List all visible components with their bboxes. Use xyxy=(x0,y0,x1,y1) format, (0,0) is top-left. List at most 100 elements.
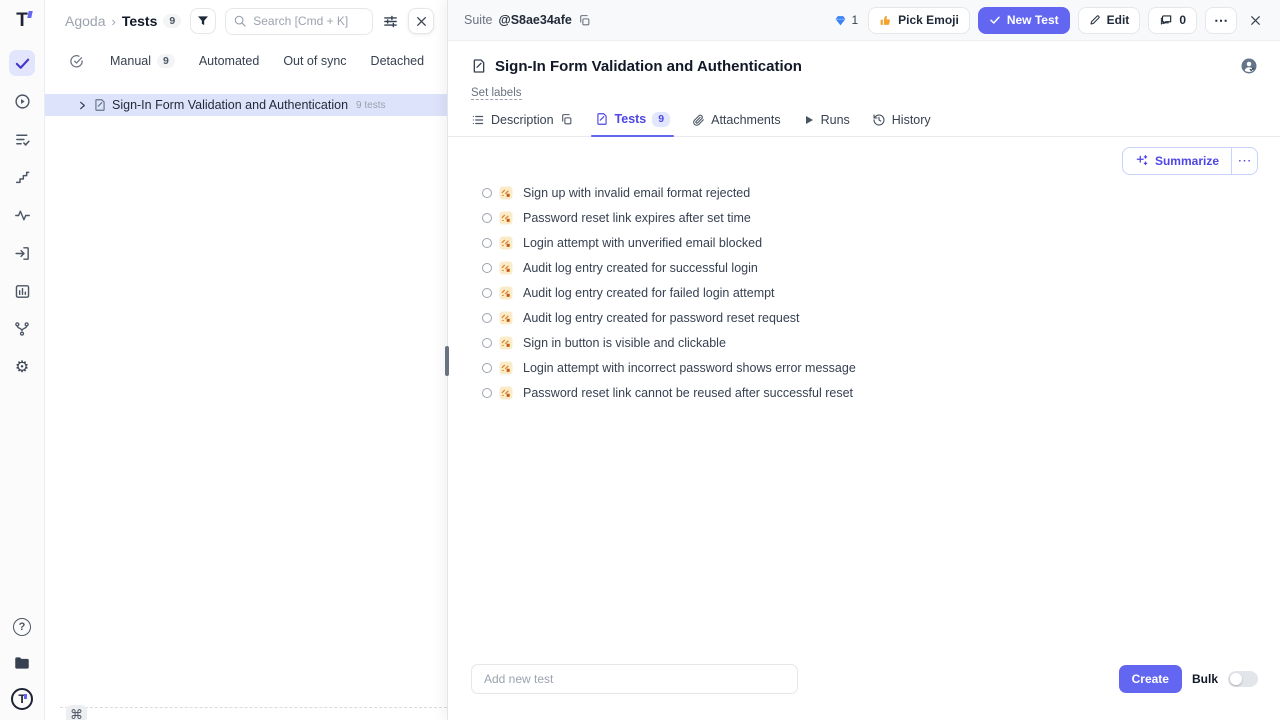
sidebar-item-runs[interactable] xyxy=(9,88,35,114)
new-test-button[interactable]: New Test xyxy=(978,7,1070,34)
set-labels-link[interactable]: Set labels xyxy=(471,87,522,100)
folder-icon xyxy=(13,654,31,672)
test-status-circle[interactable] xyxy=(482,388,492,398)
test-status-circle[interactable] xyxy=(482,188,492,198)
suite-name: Sign-In Form Validation and Authenticati… xyxy=(112,98,348,112)
command-icon: ⌘ xyxy=(70,707,83,720)
copy-suite-id-button[interactable] xyxy=(578,14,591,27)
test-row[interactable]: Password reset link expires after set ti… xyxy=(482,206,1280,231)
copy-description-button[interactable] xyxy=(560,113,573,126)
document-icon xyxy=(595,112,609,126)
avatar-icon xyxy=(1240,57,1258,75)
help-icon: ? xyxy=(13,618,31,636)
filter-tab-automated[interactable]: Automated xyxy=(199,54,259,68)
test-row[interactable]: Login attempt with incorrect password sh… xyxy=(482,356,1280,381)
comments-button[interactable]: 0 xyxy=(1148,7,1197,34)
branch-icon xyxy=(14,321,30,337)
manual-test-emoji-icon xyxy=(499,386,513,400)
filter-tab-out-of-sync[interactable]: Out of sync xyxy=(283,54,346,68)
tab-history[interactable]: History xyxy=(872,113,931,136)
test-status-circle[interactable] xyxy=(482,263,492,273)
filter-button[interactable] xyxy=(190,8,216,34)
suite-id: @S8ae34afe xyxy=(499,13,572,27)
tab-attachments[interactable]: Attachments xyxy=(692,113,780,136)
test-title: Sign up with invalid email format reject… xyxy=(523,186,750,200)
ellipsis-icon: ⋯ xyxy=(1214,12,1228,29)
help-button[interactable]: ? xyxy=(9,614,35,640)
sidebar-item-branches[interactable] xyxy=(9,316,35,342)
search-container xyxy=(225,8,373,35)
test-row[interactable]: Audit log entry created for successful l… xyxy=(482,256,1280,281)
test-title: Audit log entry created for failed login… xyxy=(523,286,775,300)
pencil-icon xyxy=(1089,14,1101,26)
summarize-more-button[interactable]: ⋯ xyxy=(1231,148,1257,174)
view-settings-button[interactable] xyxy=(382,13,399,30)
close-panel-button[interactable] xyxy=(408,8,434,34)
search-input[interactable] xyxy=(225,8,373,35)
add-test-input[interactable] xyxy=(471,664,798,694)
test-status-circle[interactable] xyxy=(482,213,492,223)
tab-description[interactable]: Description xyxy=(471,113,573,136)
test-row[interactable]: Sign in button is visible and clickable xyxy=(482,331,1280,356)
test-title: Audit log entry created for password res… xyxy=(523,311,800,325)
sidebar-item-import[interactable] xyxy=(9,240,35,266)
test-row[interactable]: Audit log entry created for password res… xyxy=(482,306,1280,331)
breadcrumb-separator: › xyxy=(111,14,115,29)
projects-button[interactable] xyxy=(9,650,35,676)
breadcrumb-project[interactable]: Agoda xyxy=(65,13,105,29)
manual-test-emoji-icon xyxy=(499,286,513,300)
sidebar-item-analytics[interactable] xyxy=(9,202,35,228)
edit-button[interactable]: Edit xyxy=(1078,7,1141,34)
tab-runs[interactable]: Runs xyxy=(803,113,850,136)
test-row[interactable]: Sign up with invalid email format reject… xyxy=(482,181,1280,206)
sidebar-item-tests[interactable] xyxy=(9,50,35,76)
select-all-button[interactable] xyxy=(69,54,84,69)
filter-tab-manual[interactable]: Manual 9 xyxy=(110,54,175,69)
test-status-circle[interactable] xyxy=(482,238,492,248)
summarize-button[interactable]: Summarize xyxy=(1123,148,1231,174)
manual-test-emoji-icon xyxy=(499,261,513,275)
document-icon xyxy=(93,98,107,112)
pick-emoji-button[interactable]: Pick Emoji xyxy=(868,7,970,34)
test-status-circle[interactable] xyxy=(482,313,492,323)
panel-resize-handle[interactable] xyxy=(445,346,449,376)
suite-tree: Sign-In Form Validation and Authenticati… xyxy=(45,94,447,116)
breadcrumb: Agoda › Tests 9 xyxy=(65,13,181,29)
tests-count-badge: 9 xyxy=(163,14,181,29)
bulk-toggle[interactable] xyxy=(1228,671,1258,687)
sidebar-item-reports[interactable] xyxy=(9,278,35,304)
test-status-circle[interactable] xyxy=(482,363,492,373)
close-drawer-button[interactable] xyxy=(1245,10,1266,31)
suite-title: Sign-In Form Validation and Authenticati… xyxy=(495,58,802,75)
test-title: Password reset link cannot be reused aft… xyxy=(523,386,853,400)
add-test-footer: Create Bulk xyxy=(448,664,1280,720)
test-title: Password reset link expires after set ti… xyxy=(523,211,751,225)
sidebar-item-settings[interactable]: ⚙ xyxy=(9,354,35,380)
toggle-knob xyxy=(1230,673,1242,685)
circle-check-icon xyxy=(69,54,84,69)
test-row[interactable]: Audit log entry created for failed login… xyxy=(482,281,1280,306)
test-row[interactable]: Login attempt with unverified email bloc… xyxy=(482,231,1280,256)
tab-tests[interactable]: Tests 9 xyxy=(595,112,671,136)
logo-badge: T xyxy=(11,688,33,710)
command-key-badge[interactable]: ⌘ xyxy=(66,705,87,720)
create-test-button[interactable]: Create xyxy=(1119,665,1182,693)
manual-test-emoji-icon xyxy=(499,236,513,250)
breadcrumb-section[interactable]: Tests xyxy=(122,13,158,29)
chart-box-icon xyxy=(14,283,31,300)
tree-row-suite[interactable]: Sign-In Form Validation and Authenticati… xyxy=(45,94,447,116)
test-status-circle[interactable] xyxy=(482,338,492,348)
filter-tab-detached[interactable]: Detached xyxy=(371,54,425,68)
watcher-avatar[interactable] xyxy=(1240,57,1258,75)
manual-test-emoji-icon xyxy=(499,211,513,225)
sidebar-item-steps[interactable] xyxy=(9,164,35,190)
chevron-right-icon[interactable] xyxy=(77,100,88,111)
sidebar-item-plans[interactable] xyxy=(9,126,35,152)
document-icon xyxy=(471,58,487,74)
reaction-counter[interactable]: 1 xyxy=(834,13,858,27)
test-row[interactable]: Password reset link cannot be reused aft… xyxy=(482,381,1280,406)
app-logo[interactable]: T xyxy=(16,10,28,32)
profile-button[interactable]: T xyxy=(9,686,35,712)
more-actions-button[interactable]: ⋯ xyxy=(1205,7,1237,34)
test-status-circle[interactable] xyxy=(482,288,492,298)
